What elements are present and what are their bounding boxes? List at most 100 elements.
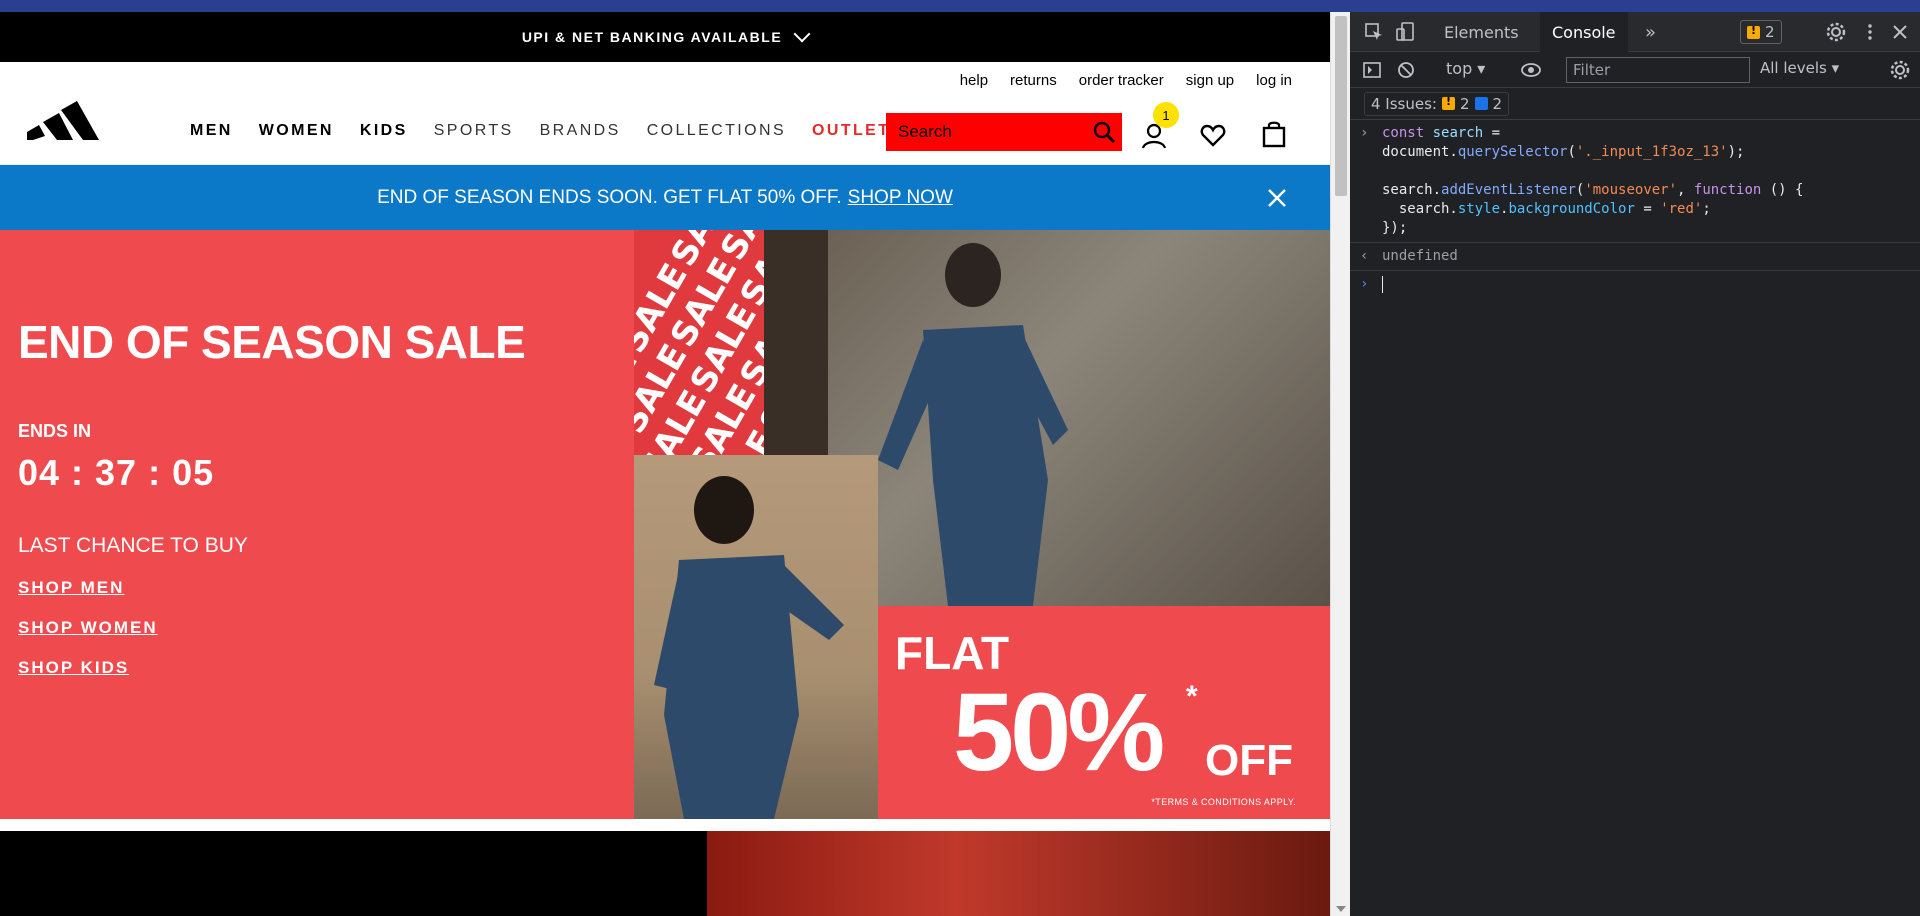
nav-item-brands[interactable]: BRANDS (540, 122, 621, 140)
settings-gear-icon[interactable] (1826, 22, 1846, 42)
man-figure-graphic (654, 476, 844, 819)
discount-asterisk: * (1186, 680, 1198, 713)
issues-warn-count: 2 (1459, 94, 1470, 113)
console-result-entry: ‹ undefined (1350, 243, 1920, 271)
banner-text: END OF SEASON ENDS SOON. GET FLAT 50% OF… (377, 186, 842, 208)
shopping-bag-icon[interactable] (1262, 120, 1286, 148)
devtools-panel: Elements Console » 2 top ▾ (1350, 12, 1920, 916)
hero-image-collage[interactable]: SALE SALE SALE SALE SALE SALE SALE SALE … (634, 230, 1330, 819)
hero-photo-man (634, 455, 878, 819)
browser-top-strip (0, 0, 1920, 12)
nav-item-collections[interactable]: COLLECTIONS (647, 122, 786, 140)
close-devtools-icon[interactable] (1890, 22, 1910, 42)
close-icon[interactable] (1266, 187, 1288, 209)
console-output: › const search = document.querySelector(… (1350, 120, 1920, 298)
shop-women-link[interactable]: SHOP WOMEN (18, 618, 525, 638)
search-input[interactable] (898, 122, 1078, 142)
promo-text: UPI & NET BANKING AVAILABLE (521, 29, 783, 45)
banner-shop-now-link[interactable]: SHOP NOW (848, 187, 953, 209)
nav-item-sports[interactable]: SPORTS (434, 122, 514, 140)
log-levels-value: All levels (1760, 59, 1827, 77)
code-line: document.querySelector('._input_1f3oz_13… (1382, 144, 1745, 160)
issues-info-count: 2 (1492, 94, 1503, 113)
issues-summary-row: 4 Issues: 2 2 (1350, 88, 1920, 120)
utility-links: help returns order tracker sign up log i… (960, 72, 1292, 89)
console-prompt-line[interactable]: › (1350, 271, 1920, 298)
more-tabs-icon[interactable]: » (1645, 22, 1656, 43)
adidas-logo[interactable] (25, 92, 101, 140)
log-levels-dropdown[interactable]: All levels ▾ (1760, 59, 1839, 77)
warning-icon (1441, 95, 1455, 110)
promo-bar[interactable]: UPI & NET BANKING AVAILABLE (0, 12, 1330, 62)
nav-item-women[interactable]: WOMEN (259, 122, 334, 140)
warning-icon (1747, 24, 1760, 39)
scrollbar-thumb[interactable] (1335, 16, 1347, 196)
sale-pattern-dark-strip (764, 230, 828, 455)
shop-men-link[interactable]: SHOP MEN (18, 578, 525, 598)
hero-text-block: END OF SEASON SALE ENDS IN 04 : 37 : 05 … (18, 315, 526, 678)
terms-notice: *TERMS & CONDITIONS APPLY. (1151, 797, 1296, 807)
console-settings-gear-icon[interactable] (1890, 60, 1910, 80)
nav-item-outlet[interactable]: OUTLET (812, 122, 890, 140)
active-prompt-icon: › (1360, 276, 1369, 292)
text-caret (1382, 275, 1383, 293)
result-value: undefined (1382, 248, 1458, 264)
result-arrow-icon: ‹ (1360, 248, 1369, 264)
util-link-log-in[interactable]: log in (1256, 72, 1292, 89)
code-line: search.addEventListener('mouseover', fun… (1382, 182, 1804, 198)
sale-announcement-banner: END OF SEASON ENDS SOON. GET FLAT 50% OF… (0, 165, 1330, 230)
woman-figure-graphic (878, 243, 1068, 606)
context-selector[interactable]: top ▾ (1446, 59, 1485, 78)
last-chance-text: LAST CHANCE TO BUY (18, 534, 248, 557)
inspect-element-icon[interactable] (1364, 22, 1384, 42)
info-message-icon (1474, 97, 1488, 110)
tab-console[interactable]: Console (1540, 12, 1628, 52)
live-expression-eye-icon[interactable] (1520, 60, 1542, 80)
util-link-help[interactable]: help (960, 72, 988, 89)
util-link-sign-up[interactable]: sign up (1186, 72, 1234, 89)
off-label: OFF (1205, 736, 1293, 785)
nav-item-kids[interactable]: KIDS (360, 122, 408, 140)
scroll-down-arrow-icon[interactable] (1336, 906, 1346, 912)
code-line: }); (1382, 220, 1408, 236)
console-toolbar: top ▾ All levels ▾ (1350, 52, 1920, 88)
sidebar-toggle-icon[interactable] (1362, 60, 1382, 80)
clear-console-icon[interactable] (1396, 60, 1416, 80)
issues-label: 4 Issues: (1371, 94, 1437, 113)
search-box[interactable] (886, 113, 1122, 151)
notification-badge: 1 (1153, 102, 1179, 128)
tab-elements[interactable]: Elements (1432, 12, 1531, 52)
code-line: const search = (1382, 125, 1501, 141)
device-toolbar-icon[interactable] (1396, 22, 1416, 42)
kebab-menu-icon[interactable] (1860, 22, 1880, 42)
page-scrollbar[interactable] (1330, 12, 1350, 916)
issues-count: 2 (1765, 23, 1775, 41)
context-value: top (1446, 59, 1473, 78)
input-prompt-icon: › (1360, 125, 1369, 141)
console-filter-input[interactable] (1566, 57, 1750, 83)
search-icon[interactable] (1092, 120, 1116, 144)
code-line: search.style.backgroundColor = 'red'; (1382, 201, 1711, 217)
next-section-photo[interactable] (707, 831, 1330, 916)
hero-photo-woman (828, 230, 1330, 606)
ends-in-label: ENDS IN (18, 421, 92, 441)
issues-counter-badge[interactable]: 2 (1740, 20, 1782, 44)
flat-50-off-panel: FLAT 50% * OFF *TERMS & CONDITIONS APPLY… (879, 606, 1330, 819)
issues-summary-pill[interactable]: 4 Issues: 2 2 (1364, 91, 1510, 116)
discount-percent: 50% (953, 671, 1165, 794)
shop-kids-link[interactable]: SHOP KIDS (18, 658, 525, 678)
nav-item-men[interactable]: MEN (190, 122, 233, 140)
website-viewport: UPI & NET BANKING AVAILABLE help returns… (0, 12, 1330, 916)
devtools-tab-bar: Elements Console » 2 (1350, 12, 1920, 52)
wishlist-heart-icon[interactable] (1200, 124, 1226, 148)
chevron-down-icon[interactable] (793, 25, 811, 43)
main-nav: MEN WOMEN KIDS SPORTS BRANDS COLLECTIONS… (190, 122, 890, 140)
hero-section: END OF SEASON SALE ENDS IN 04 : 37 : 05 … (0, 230, 1330, 819)
countdown-timer: 04 : 37 : 05 (18, 452, 215, 493)
hero-title: END OF SEASON SALE (18, 316, 526, 368)
site-header: help returns order tracker sign up log i… (0, 62, 1330, 165)
console-input-entry[interactable]: › const search = document.querySelector(… (1350, 120, 1920, 243)
util-link-order-tracker[interactable]: order tracker (1079, 72, 1164, 89)
util-link-returns[interactable]: returns (1010, 72, 1057, 89)
